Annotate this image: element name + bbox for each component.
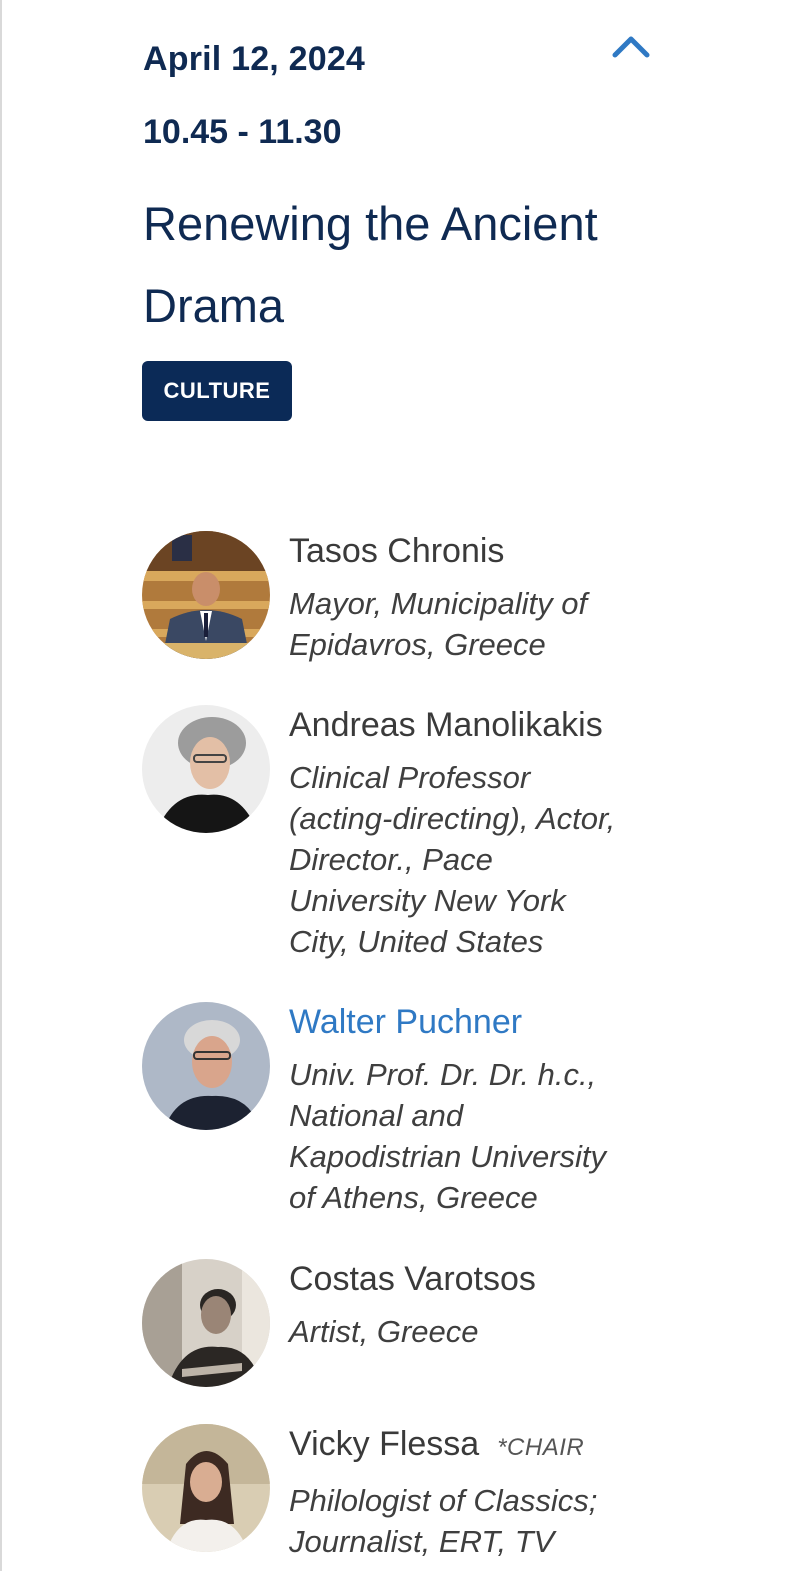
speaker-role: Mayor, Municipality of Epidavros, Greece — [289, 586, 588, 662]
speaker-role: Univ. Prof. Dr. Dr. h.c., National and K… — [289, 1057, 607, 1215]
avatar[interactable] — [142, 1259, 270, 1387]
speaker-name[interactable]: Andreas Manolikakis — [289, 705, 659, 745]
speaker-info: Walter Puchner Univ. Prof. Dr. Dr. h.c.,… — [289, 1002, 659, 1218]
speaker-info: Costas Varotsos Artist, Greece — [289, 1259, 659, 1352]
speaker-name-row: Vicky Flessa *CHAIR — [289, 1424, 659, 1468]
speaker-info: Vicky Flessa *CHAIR Philologist of Classi… — [289, 1424, 659, 1562]
speaker-name[interactable]: Tasos Chronis — [289, 531, 659, 571]
left-border — [0, 0, 2, 1571]
speaker-role: Philologist of Classics; Journalist, ERT… — [289, 1483, 598, 1559]
session-date: April 12, 2024 — [143, 40, 366, 78]
avatar[interactable] — [142, 531, 270, 659]
speaker-name[interactable]: Walter Puchner — [289, 1002, 659, 1042]
speaker-name[interactable]: Vicky Flessa — [289, 1425, 479, 1463]
session-title: Renewing the Ancient Drama — [143, 197, 598, 332]
chevron-up-icon — [612, 36, 650, 58]
speaker-role: Clinical Professor (acting-directing), A… — [289, 760, 616, 959]
category-tag[interactable]: CULTURE — [142, 361, 292, 421]
speaker-info: Tasos Chronis Mayor, Municipality of Epi… — [289, 531, 659, 665]
speaker-role: Artist, Greece — [289, 1314, 479, 1349]
session-time: 10.45 - 11.30 — [143, 113, 342, 151]
avatar[interactable] — [142, 1002, 270, 1130]
speaker-info: Andreas Manolikakis Clinical Professor (… — [289, 705, 659, 962]
avatar[interactable] — [142, 705, 270, 833]
avatar[interactable] — [142, 1424, 270, 1552]
collapse-button[interactable] — [608, 28, 654, 64]
speaker-name[interactable]: Costas Varotsos — [289, 1259, 659, 1299]
chair-label: *CHAIR — [497, 1434, 585, 1461]
